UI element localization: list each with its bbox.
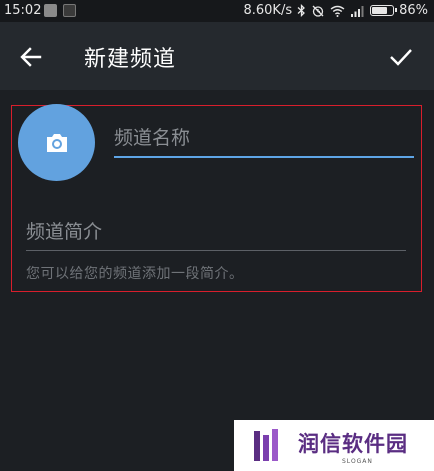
signal-icon	[350, 5, 365, 17]
app-notification-icon	[44, 4, 57, 17]
channel-description-input[interactable]	[26, 214, 406, 251]
channel-name-input[interactable]	[114, 120, 414, 158]
wifi-icon	[330, 5, 345, 17]
network-speed: 8.60K/s	[243, 3, 293, 18]
camera-icon	[46, 133, 67, 152]
watermark: 润信软件园 SLOGAN	[234, 420, 434, 471]
channel-photo-button[interactable]	[18, 104, 95, 181]
bluetooth-icon	[297, 4, 306, 17]
app-notification-icon	[63, 4, 76, 17]
battery-fill	[372, 7, 388, 14]
check-icon	[390, 49, 412, 66]
arrow-left-icon	[20, 47, 42, 67]
brand-slogan: SLOGAN	[342, 458, 373, 465]
status-bar: 15:02 8.60K/s 86%	[0, 0, 434, 22]
screen: 15:02 8.60K/s 86% 新建频道 频道名称 频道简介 您可以给您的频…	[0, 0, 434, 471]
done-button[interactable]	[386, 42, 416, 72]
back-button[interactable]	[16, 42, 46, 72]
battery-percent: 86%	[399, 3, 428, 18]
brand-logo-icon	[254, 429, 278, 461]
description-hint: 您可以给您的频道添加一段简介。	[26, 266, 244, 282]
status-time: 15:02	[4, 3, 42, 18]
alarm-off-icon	[311, 4, 325, 18]
page-title: 新建频道	[84, 47, 177, 72]
status-indicators: 8.60K/s 86%	[243, 3, 428, 18]
brand-name: 润信软件园	[298, 432, 408, 456]
battery-icon	[370, 5, 398, 16]
app-bar: 新建频道	[0, 22, 434, 90]
